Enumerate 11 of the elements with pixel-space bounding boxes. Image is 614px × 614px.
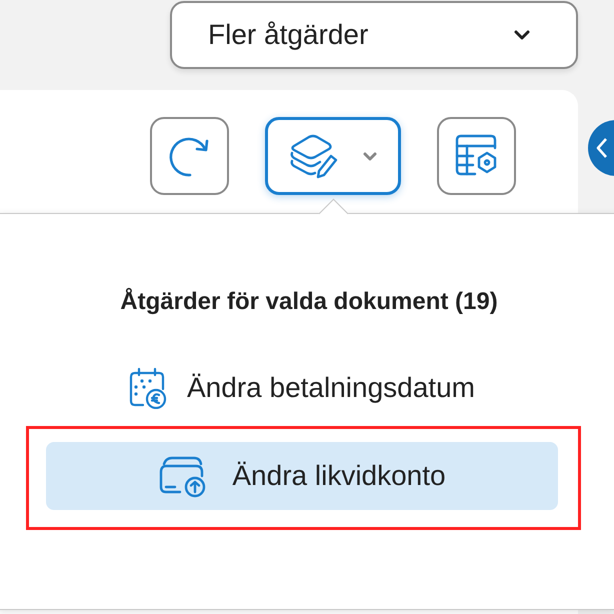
action-item[interactable]: Ändra betalningsdatum [46,354,558,422]
action-item[interactable]: Ändra likvidkonto [46,442,558,510]
popup-title: Åtgärder för valda dokument (19) [119,288,499,316]
caret-icon [514,30,530,40]
more-actions-dropdown[interactable]: Fler åtgärder [170,1,578,69]
bulk-edit-button[interactable] [265,117,401,195]
caret-icon [363,152,377,160]
table-settings-button[interactable] [437,117,516,195]
chevron-left-icon [596,137,608,159]
refresh-button[interactable] [150,117,229,195]
calendar-euro-icon [129,367,167,409]
